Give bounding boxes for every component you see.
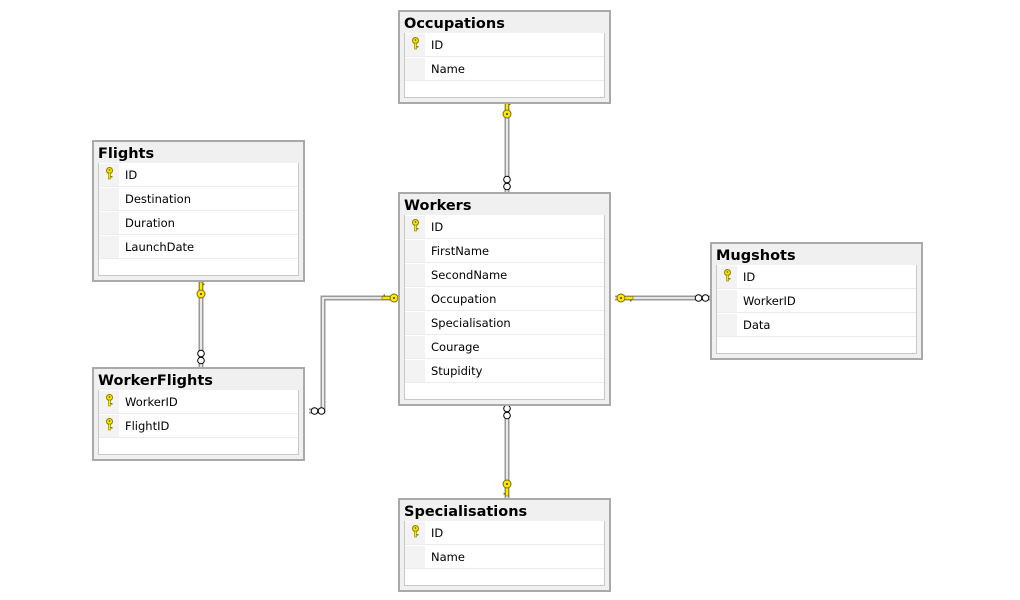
primary-key-icon <box>411 218 420 235</box>
table-title[interactable]: Workers <box>400 194 609 215</box>
one-end-key-icon <box>502 479 512 497</box>
primary-key-icon <box>105 393 114 410</box>
column-name: WorkerID <box>125 394 178 409</box>
column-row[interactable]: ID <box>717 265 916 289</box>
column-list: ID Name <box>404 33 605 98</box>
column-row[interactable]: ID <box>405 215 604 239</box>
column-row[interactable]: Specialisation <box>405 311 604 335</box>
column-row[interactable]: Courage <box>405 335 604 359</box>
column-list: ID FirstName SecondName Occupation Specialis… <box>404 215 605 400</box>
empty-row <box>99 438 298 454</box>
row-selector <box>99 211 119 234</box>
column-name: Stupidity <box>431 363 483 378</box>
table-workerflights[interactable]: WorkerFlights WorkerID FlightID <box>92 367 305 461</box>
column-row[interactable]: Duration <box>99 211 298 235</box>
empty-row <box>717 337 916 353</box>
column-row[interactable]: Destination <box>99 187 298 211</box>
row-selector <box>99 235 119 258</box>
column-row[interactable]: Name <box>405 545 604 569</box>
column-row[interactable]: Name <box>405 57 604 81</box>
column-row[interactable]: FlightID <box>99 414 298 438</box>
column-name: ID <box>125 167 138 182</box>
row-selector <box>405 545 425 568</box>
one-end-key-icon <box>381 293 399 303</box>
column-name: LaunchDate <box>125 239 195 254</box>
row-selector <box>405 335 425 358</box>
one-end-key-icon <box>502 101 512 119</box>
column-row[interactable]: Occupation <box>405 287 604 311</box>
row-selector <box>717 265 737 288</box>
row-selector <box>717 289 737 312</box>
row-selector <box>405 33 425 56</box>
column-list: ID Destination Duration LaunchDate <box>98 163 299 276</box>
table-mugshots[interactable]: Mugshots ID WorkerID Data <box>710 242 923 360</box>
empty-row <box>405 383 604 399</box>
row-selector <box>405 239 425 262</box>
link-workers-workerflights[interactable] <box>309 295 398 414</box>
row-selector <box>99 414 119 437</box>
column-name: FlightID <box>125 418 170 433</box>
empty-row <box>405 81 604 97</box>
column-name: Occupation <box>431 291 497 306</box>
column-row[interactable]: WorkerID <box>717 289 916 313</box>
row-selector <box>99 163 119 186</box>
row-selector <box>99 187 119 210</box>
table-title[interactable]: Flights <box>94 142 303 163</box>
table-specialisations[interactable]: Specialisations ID Name <box>398 498 611 592</box>
primary-key-icon <box>411 524 420 541</box>
column-name: ID <box>743 269 756 284</box>
primary-key-icon <box>411 36 420 53</box>
column-list: WorkerID FlightID <box>98 390 299 455</box>
empty-row <box>99 259 298 275</box>
column-name: ID <box>431 219 444 234</box>
empty-row <box>405 569 604 585</box>
one-end-key-icon <box>616 293 634 303</box>
column-row[interactable]: ID <box>405 521 604 545</box>
column-name: Duration <box>125 215 175 230</box>
row-selector <box>405 311 425 334</box>
primary-key-icon <box>105 166 114 183</box>
row-selector <box>405 287 425 310</box>
column-row[interactable]: Stupidity <box>405 359 604 383</box>
column-row[interactable]: WorkerID <box>99 390 298 414</box>
column-row[interactable]: ID <box>405 33 604 57</box>
column-name: ID <box>431 37 444 52</box>
column-name: Data <box>743 317 771 332</box>
column-row[interactable]: Data <box>717 313 916 337</box>
column-name: Specialisation <box>431 315 511 330</box>
table-workers[interactable]: Workers ID FirstName SecondName Occupation Sp… <box>398 192 611 406</box>
column-name: FirstName <box>431 243 490 258</box>
column-list: ID Name <box>404 521 605 586</box>
column-name: SecondName <box>431 267 508 282</box>
table-title[interactable]: Occupations <box>400 12 609 33</box>
column-name: Destination <box>125 191 191 206</box>
column-row[interactable]: LaunchDate <box>99 235 298 259</box>
row-selector <box>405 263 425 286</box>
row-selector <box>405 215 425 238</box>
row-selector <box>405 521 425 544</box>
column-list: ID WorkerID Data <box>716 265 917 354</box>
column-row[interactable]: ID <box>99 163 298 187</box>
row-selector <box>717 313 737 336</box>
column-name: ID <box>431 525 444 540</box>
column-name: Name <box>431 549 465 564</box>
table-flights[interactable]: Flights ID Destination Duration LaunchDate <box>92 140 305 282</box>
table-title[interactable]: Mugshots <box>712 244 921 265</box>
primary-key-icon <box>105 417 114 434</box>
column-name: WorkerID <box>743 293 796 308</box>
table-title[interactable]: WorkerFlights <box>94 369 303 390</box>
row-selector <box>405 57 425 80</box>
primary-key-icon <box>723 268 732 285</box>
column-row[interactable]: SecondName <box>405 263 604 287</box>
row-selector <box>405 359 425 382</box>
column-name: Courage <box>431 339 480 354</box>
column-row[interactable]: FirstName <box>405 239 604 263</box>
one-end-key-icon <box>196 281 206 299</box>
table-occupations[interactable]: Occupations ID Name <box>398 10 611 104</box>
row-selector <box>99 390 119 413</box>
table-title[interactable]: Specialisations <box>400 500 609 521</box>
column-name: Name <box>431 61 465 76</box>
